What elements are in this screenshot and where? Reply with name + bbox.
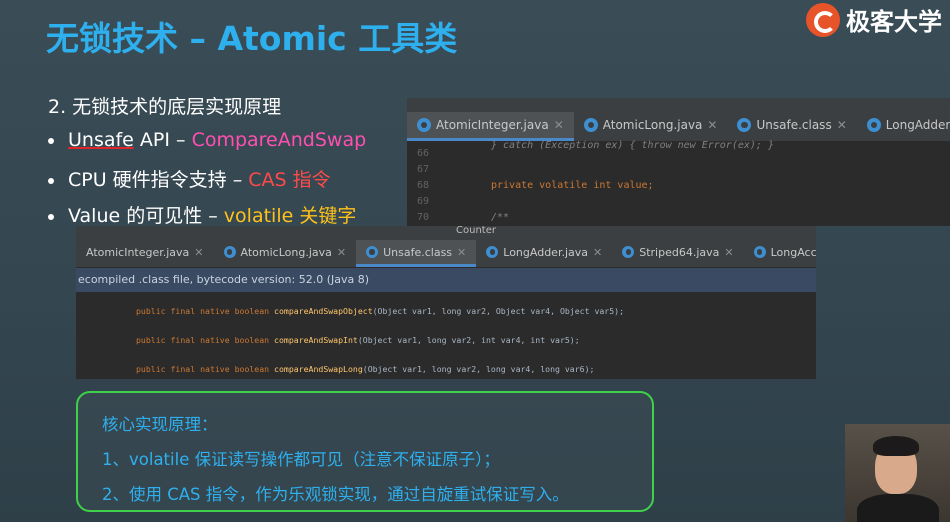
editor-tabs: AtomicInteger.java ✕ AtomicLong.java ✕ Uns… xyxy=(76,240,816,268)
editor-tabs: AtomicInteger.java ✕ AtomicLong.java ✕ Uns… xyxy=(407,112,950,142)
presenter-body xyxy=(857,494,939,522)
unsafe-label: Unsafe xyxy=(68,129,134,151)
tab-atomicinteger[interactable]: AtomicInteger.java ✕ xyxy=(407,112,574,141)
bullet-volatile: Value 的可见性 – volatile 关键字 xyxy=(48,201,356,228)
cas-instruction-highlight: CAS 指令 xyxy=(248,169,331,191)
logo-text: 极客大学 xyxy=(846,8,942,36)
tab-longadder[interactable]: LongAdder.java ✕ xyxy=(476,240,612,264)
ide-toolbar xyxy=(407,98,950,112)
tab-striped64[interactable]: Striped64.java ✕ xyxy=(612,240,743,264)
close-icon[interactable]: ✕ xyxy=(593,246,602,259)
tab-atomicinteger[interactable]: AtomicInteger.java ✕ xyxy=(76,240,214,264)
decompiled-notice: ecompiled .class file, bytecode version:… xyxy=(76,268,816,292)
bullet-heading: 2. 无锁技术的底层实现原理 xyxy=(48,96,282,118)
close-icon[interactable]: ✕ xyxy=(724,246,733,259)
code-line-comment: /** xyxy=(491,212,510,223)
java-class-icon xyxy=(622,246,635,258)
presenter-hair xyxy=(873,436,919,456)
logo: 极客大学 xyxy=(806,2,942,37)
java-class-icon xyxy=(753,246,766,258)
unsafe-api-sep: API – xyxy=(133,129,192,151)
java-class-icon xyxy=(866,118,881,132)
code-line-cas-long: public final native boolean compareAndSw… xyxy=(136,364,595,374)
close-icon[interactable]: ✕ xyxy=(337,246,346,259)
code-line-cas-int: public final native boolean compareAndSw… xyxy=(136,335,580,345)
ide-toolbar: Counter xyxy=(76,226,816,240)
tab-unsafe[interactable]: Unsafe.class ✕ xyxy=(356,240,477,267)
tab-longadder[interactable]: LongAdder xyxy=(857,112,950,138)
tab-atomiclong[interactable]: AtomicLong.java ✕ xyxy=(574,112,728,138)
java-class-icon xyxy=(223,246,236,258)
tab-longaccumulator[interactable]: LongAccumulator.java xyxy=(744,240,816,264)
slide-title: 无锁技术 – Atomic 工具类 xyxy=(46,19,458,58)
run-config-counter[interactable]: Counter xyxy=(456,226,496,236)
summary-line-2: 2、使用 CAS 指令，作为乐观锁实现，通过自旋重试保证写入。 xyxy=(102,485,569,504)
code-line-value: private volatile int value; xyxy=(491,180,654,191)
geekbang-logo-icon xyxy=(806,2,840,37)
java-class-icon xyxy=(417,118,431,132)
close-icon[interactable]: ✕ xyxy=(707,118,717,132)
java-class-icon xyxy=(583,118,598,132)
bullet-dot xyxy=(48,137,54,144)
cas-highlight: CompareAndSwap xyxy=(191,129,367,151)
close-icon[interactable]: ✕ xyxy=(194,246,203,259)
bullet-dot xyxy=(48,177,54,184)
ide-screenshot-bottom: Counter AtomicInteger.java ✕ AtomicLong.j… xyxy=(76,226,816,379)
close-icon[interactable]: ✕ xyxy=(837,118,847,132)
tab-unsafe[interactable]: Unsafe.class ✕ xyxy=(727,112,856,138)
value-label: Value 的可见性 – xyxy=(68,205,224,227)
class-file-icon xyxy=(737,118,752,132)
summary-title: 核心实现原理： xyxy=(102,415,218,434)
close-icon[interactable]: ✕ xyxy=(554,118,564,132)
bullet-cpu: CPU 硬件指令支持 – CAS 指令 xyxy=(48,165,331,192)
bullet-unsafe: Unsafe API – CompareAndSwap xyxy=(48,129,366,151)
ide-screenshot-top: AtomicInteger.java ✕ AtomicLong.java ✕ Uns… xyxy=(407,98,950,226)
java-class-icon xyxy=(486,246,499,258)
presenter-webcam xyxy=(845,424,950,522)
code-line-cas-object: public final native boolean compareAndSw… xyxy=(136,306,625,316)
summary-line-1: 1、volatile 保证读写操作都可见（注意不保证原子）； xyxy=(102,450,500,469)
summary-box: 核心实现原理： 1、volatile 保证读写操作都可见（注意不保证原子）； 2… xyxy=(76,391,654,512)
cpu-label: CPU 硬件指令支持 – xyxy=(68,169,249,191)
close-icon[interactable]: ✕ xyxy=(457,246,466,259)
bullet-dot xyxy=(48,213,54,220)
code-line: } catch (Exception ex) { throw new Error… xyxy=(491,140,774,151)
tab-atomiclong[interactable]: AtomicLong.java ✕ xyxy=(214,240,357,264)
volatile-highlight: volatile 关键字 xyxy=(223,205,357,227)
class-file-icon xyxy=(366,246,379,258)
